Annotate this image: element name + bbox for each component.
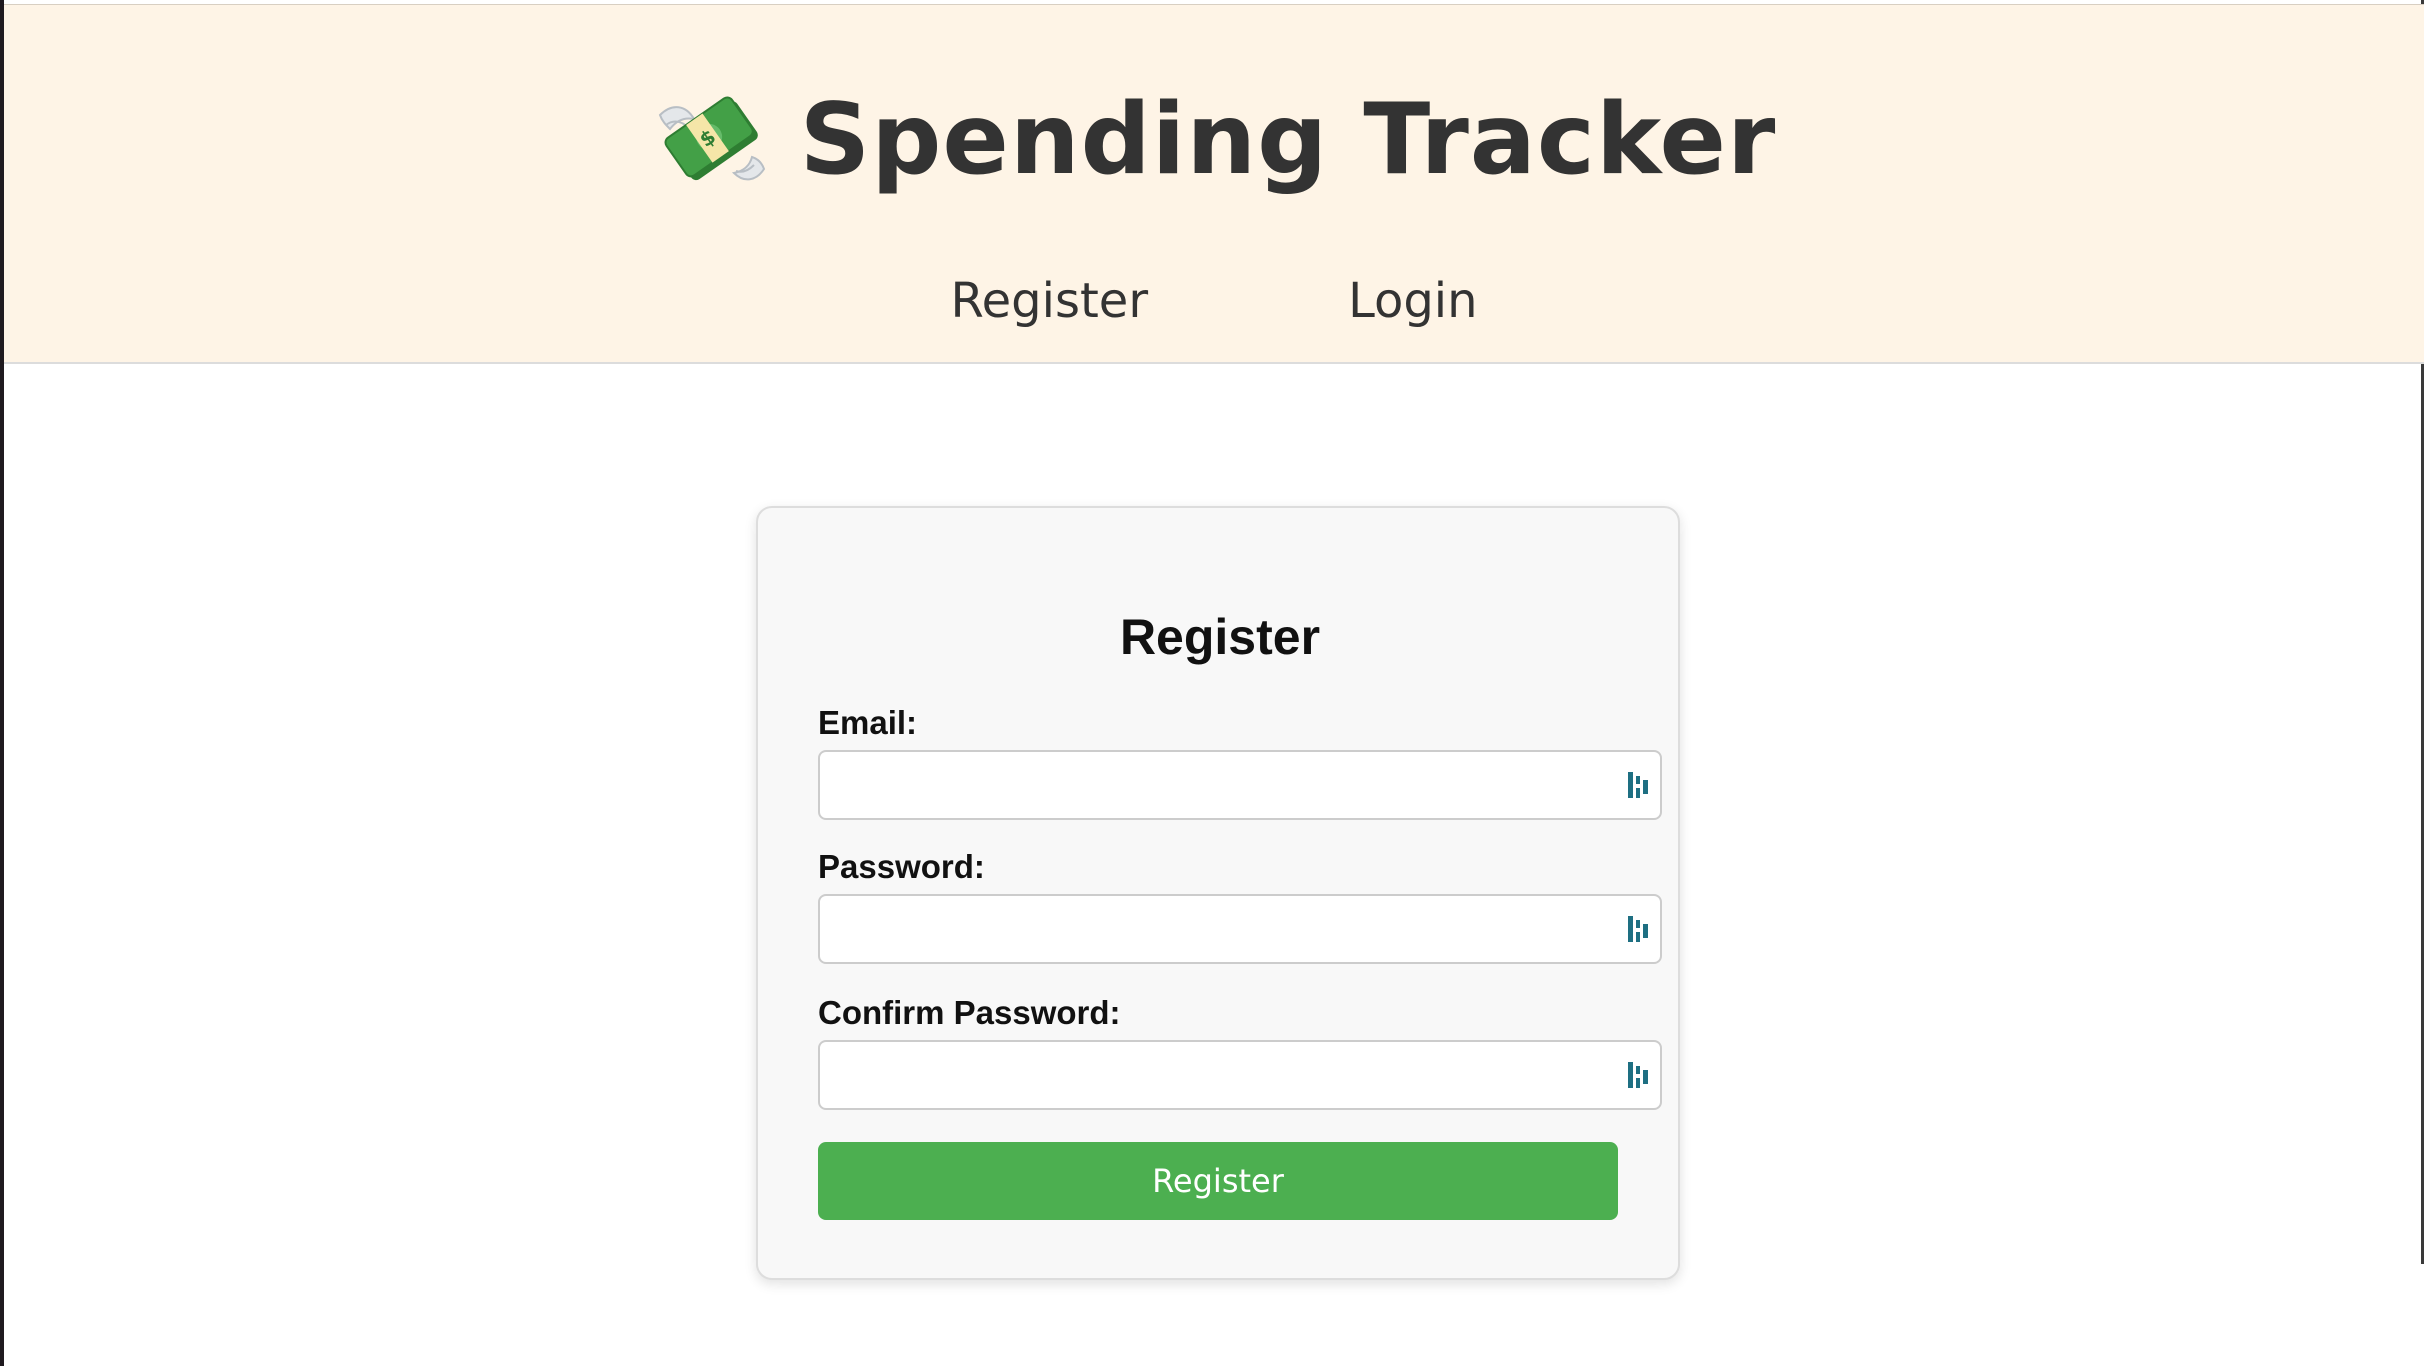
- confirm-password-field[interactable]: [818, 1040, 1662, 1110]
- password-label: Password:: [818, 848, 985, 885]
- nav-register-link[interactable]: Register: [950, 273, 1148, 329]
- register-form-card: Register Email: Password: Confirm Passwo…: [756, 506, 1680, 1280]
- password-manager-icon[interactable]: [1628, 914, 1650, 944]
- password-manager-icon[interactable]: [1628, 1060, 1650, 1090]
- confirm-password-label: Confirm Password:: [818, 994, 1121, 1031]
- site-header: $ Spending Tracker Register Login: [4, 4, 2424, 364]
- brand: $ Spending Tracker: [4, 75, 2424, 205]
- main-nav: Register Login: [4, 273, 2424, 329]
- form-title: Register: [1119, 609, 1321, 665]
- email-field[interactable]: [818, 750, 1662, 820]
- app-title: Spending Tracker: [799, 83, 1777, 197]
- password-field[interactable]: [818, 894, 1662, 964]
- password-manager-icon[interactable]: [1628, 770, 1650, 800]
- register-submit-button[interactable]: Register: [818, 1142, 1618, 1220]
- money-with-wings-icon: $: [652, 85, 772, 195]
- nav-login-link[interactable]: Login: [1348, 273, 1478, 329]
- email-label: Email:: [818, 704, 918, 741]
